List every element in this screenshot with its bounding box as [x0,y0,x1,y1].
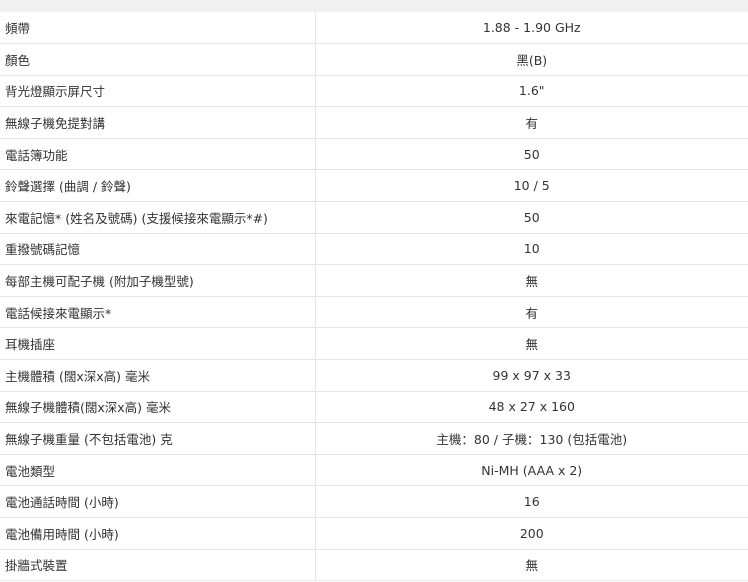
spec-label: 每部主機可配子機 (附加子機型號) [0,264,316,297]
spec-value: 50 [315,138,748,171]
table-row: 掛牆式裝置 無 [0,549,748,582]
table-row: 每部主機可配子機 (附加子機型號) 無 [0,264,748,297]
spec-value: 1.6" [315,75,748,108]
spec-value: 無 [315,264,748,297]
spec-value: 16 [315,485,748,518]
spec-label: 重撥號碼記憶 [0,233,316,266]
spec-value: 無 [315,549,748,582]
table-row: 頻帶 1.88 - 1.90 GHz [0,12,748,45]
table-row: 無線子機重量 (不包括電池) 克 主機：80 / 子機：130 (包括電池) [0,422,748,455]
spec-value: 主機：80 / 子機：130 (包括電池) [315,422,748,455]
spec-value: 50 [315,201,748,234]
spec-label: 掛牆式裝置 [0,549,316,582]
spec-label: 鈴聲選擇 (曲調 / 鈴聲) [0,169,316,203]
spec-label: 耳機插座 [0,327,316,361]
spec-value: Ni-MH (AAA x 2) [315,454,748,487]
spec-label: 電池通話時間 (小時) [0,485,316,518]
spec-label: 無線子機體積(闊x深x高) 毫米 [0,391,316,424]
spec-label: 來電記憶* (姓名及號碼) (支援候接來電顯示*#) [0,201,316,234]
spec-table: 頻帶 1.88 - 1.90 GHz 顏色 黑(B) 背光燈顯示屏尺寸 1.6"… [0,12,748,582]
spec-label: 背光燈顯示屏尺寸 [0,75,316,108]
spec-value: 無 [315,327,748,361]
spec-value: 1.88 - 1.90 GHz [315,12,748,45]
table-row: 電話簿功能 50 [0,138,748,171]
spec-value: 48 x 27 x 160 [315,391,748,424]
spec-label: 電池備用時間 (小時) [0,517,316,550]
table-row: 來電記憶* (姓名及號碼) (支援候接來電顯示*#) 50 [0,201,748,234]
spec-label: 電話候接來電顯示* [0,296,316,329]
table-row: 重撥號碼記憶 10 [0,233,748,266]
spec-label: 無線子機重量 (不包括電池) 克 [0,422,316,455]
spec-label: 電話簿功能 [0,138,316,171]
table-row: 電話候接來電顯示* 有 [0,296,748,329]
table-row: 背光燈顯示屏尺寸 1.6" [0,75,748,108]
spec-label: 顏色 [0,43,316,76]
table-row: 電池類型 Ni-MH (AAA x 2) [0,454,748,487]
spec-value: 10 [315,233,748,266]
spec-label: 電池類型 [0,454,316,487]
table-row: 電池通話時間 (小時) 16 [0,485,748,518]
table-row: 鈴聲選擇 (曲調 / 鈴聲) 10 / 5 [0,169,748,203]
spec-label: 主機體積 (闊x深x高) 毫米 [0,359,316,392]
table-row: 無線子機體積(闊x深x高) 毫米 48 x 27 x 160 [0,391,748,424]
spec-value: 99 x 97 x 33 [315,359,748,392]
spec-value: 200 [315,517,748,550]
table-row: 顏色 黑(B) [0,43,748,76]
spec-value: 有 [315,106,748,139]
spec-value: 10 / 5 [315,169,748,203]
spec-label: 無線子機免提對講 [0,106,316,139]
spec-value: 有 [315,296,748,329]
table-row: 主機體積 (闊x深x高) 毫米 99 x 97 x 33 [0,359,748,392]
table-row: 無線子機免提對講 有 [0,106,748,139]
table-row: 耳機插座 無 [0,327,748,361]
spec-label: 頻帶 [0,12,316,45]
table-row: 電池備用時間 (小時) 200 [0,517,748,550]
spec-value: 黑(B) [315,43,748,76]
top-strip [0,0,748,12]
